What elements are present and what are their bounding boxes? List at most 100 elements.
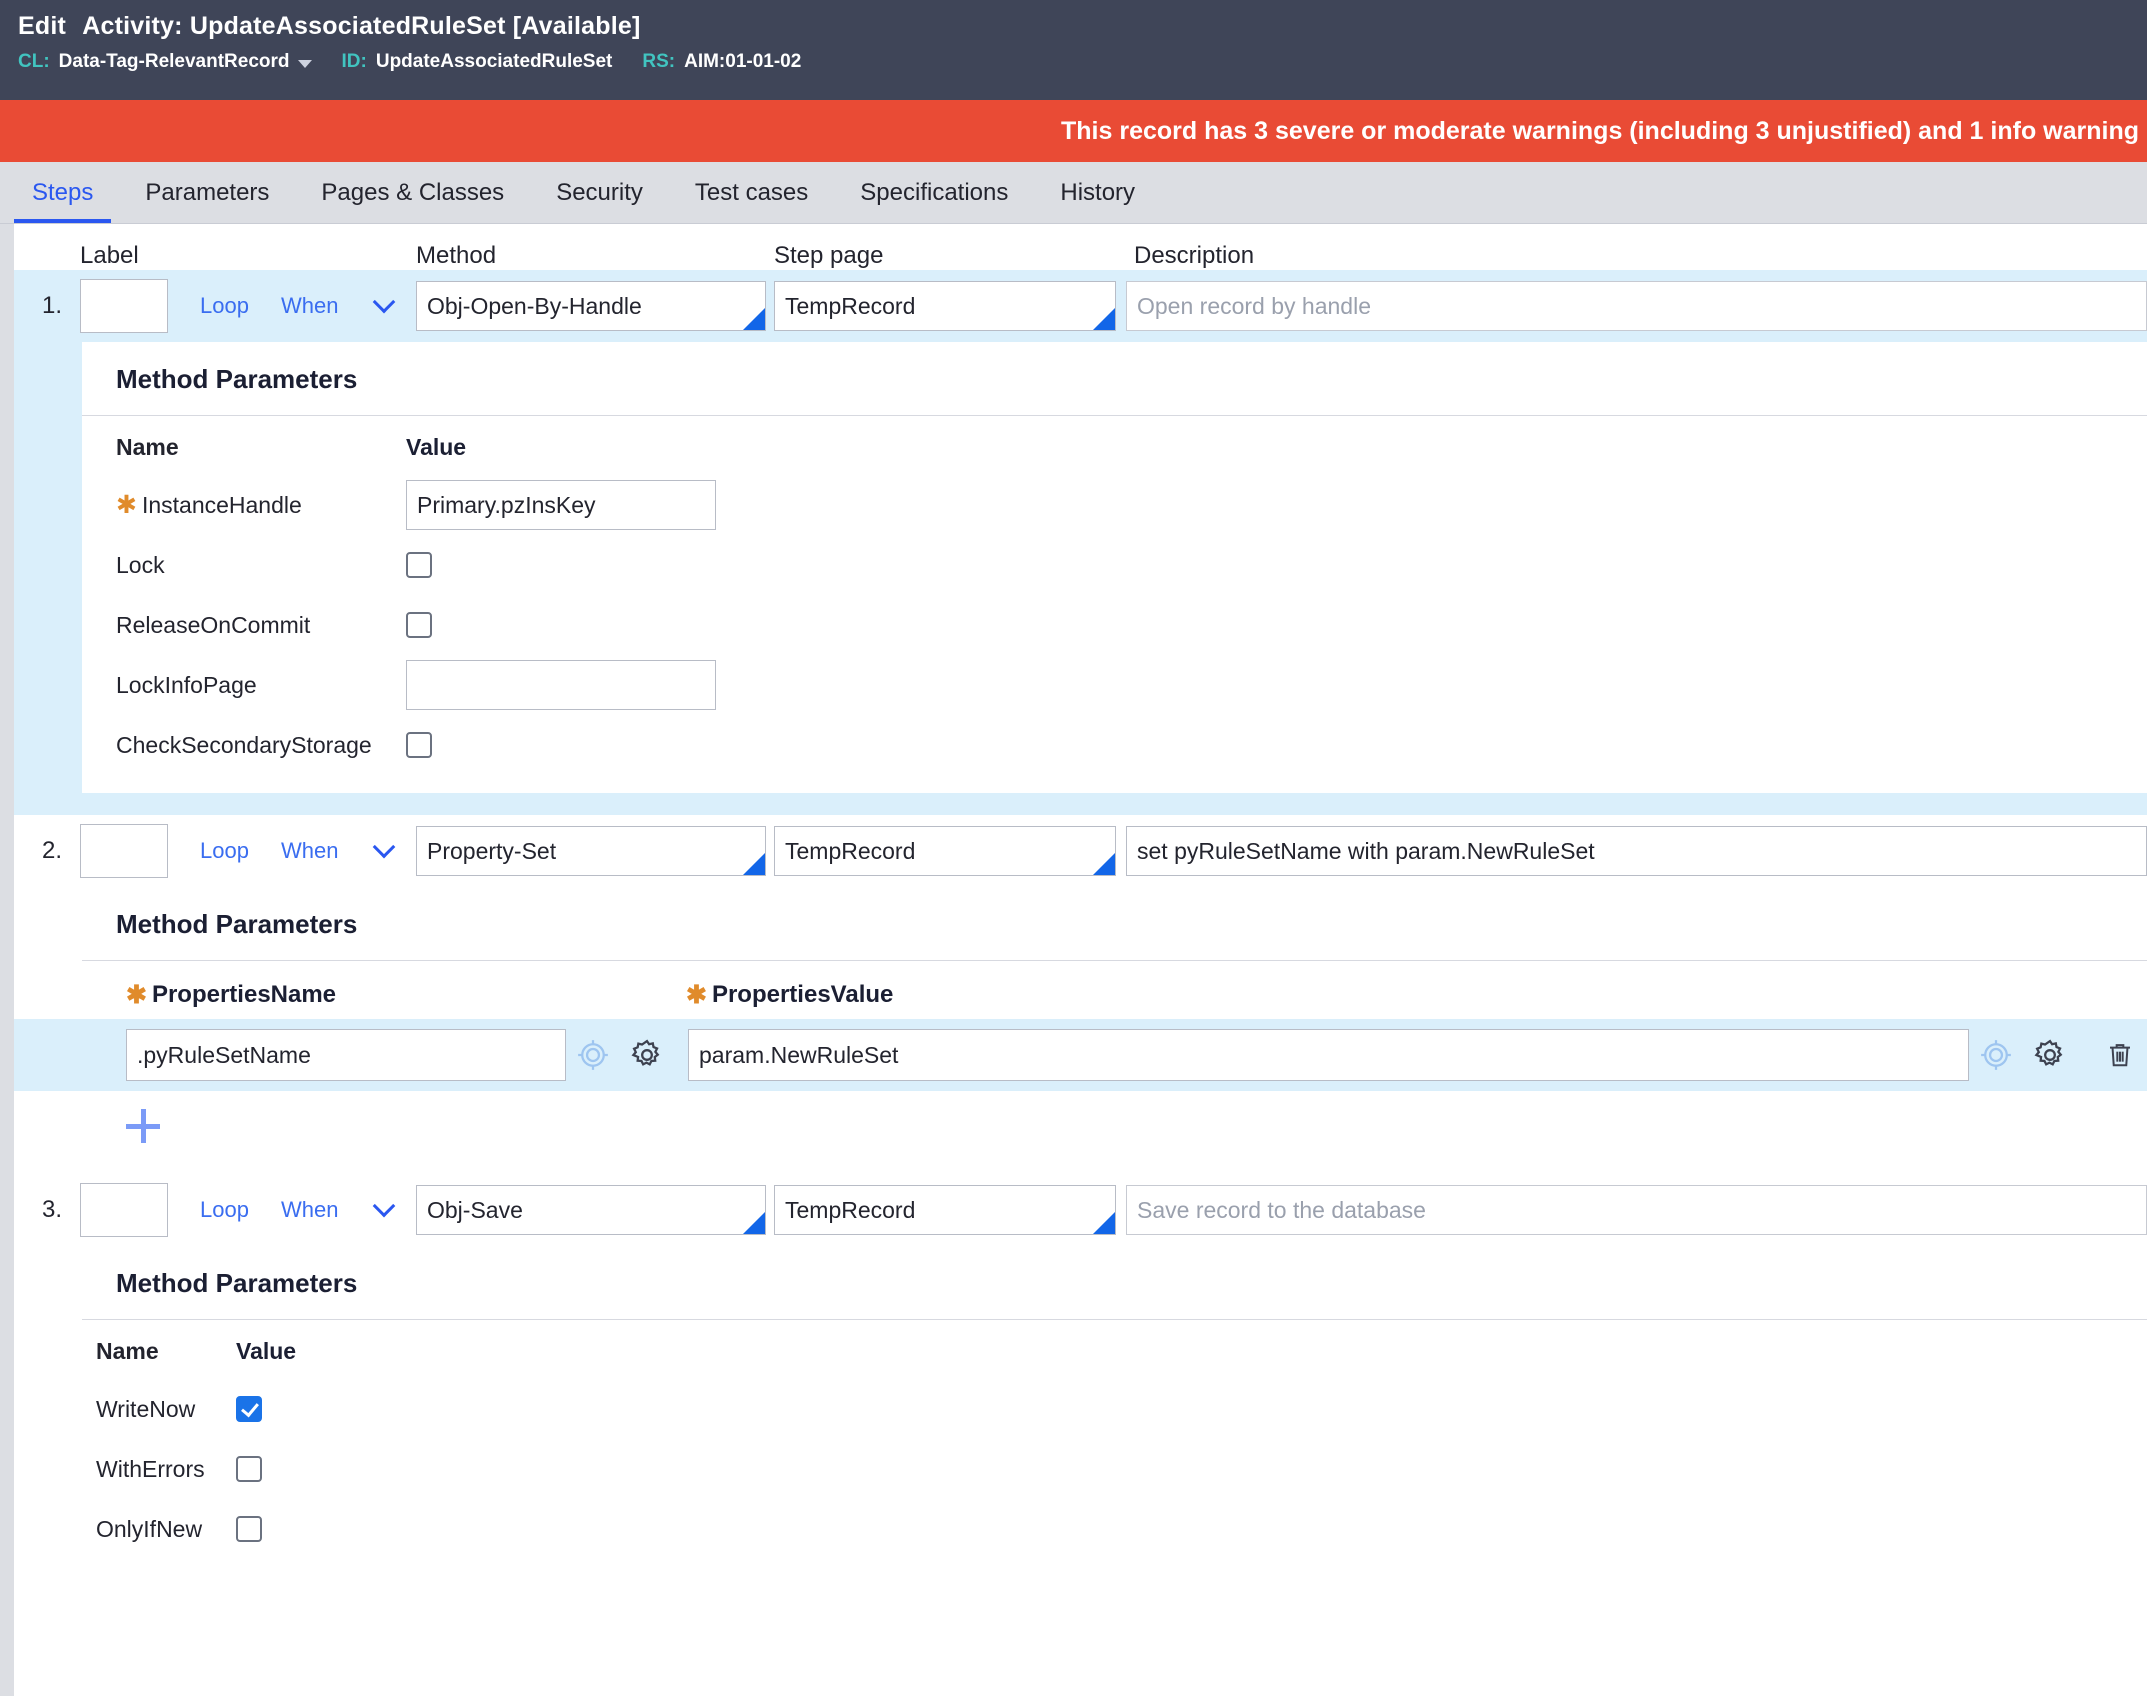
step-params-wrapper: Method Parameters Name Value ✱ InstanceH…	[14, 342, 2147, 815]
chevron-down-icon[interactable]	[373, 1194, 396, 1218]
status-badge: [Available]	[512, 12, 641, 40]
field-expand-corner-icon[interactable]	[1093, 308, 1115, 330]
tab-steps-label: Steps	[32, 178, 94, 206]
field-expand-corner-icon[interactable]	[743, 853, 765, 875]
method-parameters-body: ✱ PropertiesName ✱ PropertiesValue .pyRu…	[14, 961, 2147, 1148]
step-page-input[interactable]: TempRecord	[774, 281, 1116, 331]
tab-history[interactable]: History	[1034, 162, 1161, 223]
params-header-value: Value	[406, 434, 467, 460]
chevron-down-icon[interactable]	[373, 835, 396, 859]
plus-icon[interactable]	[126, 1109, 160, 1143]
tab-pages-and-classes[interactable]: Pages & Classes	[295, 162, 530, 223]
chevron-down-icon[interactable]	[297, 60, 312, 68]
param-name-label: WriteNow	[96, 1395, 196, 1422]
field-expand-corner-icon[interactable]	[1093, 1212, 1115, 1234]
step-loop-link[interactable]: Loop	[200, 293, 249, 319]
param-value-checkbox[interactable]	[406, 732, 432, 758]
step-row[interactable]: 3. Loop When Obj-Save TempRecord Save re…	[14, 1174, 2147, 1246]
trash-icon[interactable]	[2099, 1034, 2141, 1076]
property-value-value: param.NewRuleSet	[699, 1041, 899, 1068]
param-row: LockInfoPage	[116, 655, 2147, 715]
step-params-wrapper: Method Parameters Name Value WriteNow Wi…	[14, 1246, 2147, 1559]
field-expand-corner-icon[interactable]	[743, 308, 765, 330]
tab-test-cases[interactable]: Test cases	[669, 162, 834, 223]
param-row: Lock	[116, 535, 2147, 595]
property-value-input[interactable]: param.NewRuleSet	[688, 1029, 1969, 1081]
param-row: ReleaseOnCommit	[116, 595, 2147, 655]
param-value-text: Primary.pzInsKey	[417, 491, 596, 518]
step-method-value: Property-Set	[427, 837, 557, 864]
param-row: WriteNow	[96, 1379, 2147, 1439]
meta-key-ruleset: RS:	[642, 51, 676, 72]
title-prefix: Edit	[18, 12, 67, 40]
meta-value-class[interactable]: Data-Tag-RelevantRecord	[59, 50, 290, 74]
required-star-icon: ✱	[126, 980, 147, 1009]
property-name-input[interactable]: .pyRuleSetName	[126, 1029, 566, 1081]
param-name-label: CheckSecondaryStorage	[116, 731, 372, 758]
steps-content-area: Label Method Step page Description 1. Lo…	[0, 224, 2147, 1696]
param-value-checkbox[interactable]	[236, 1516, 262, 1542]
step-row[interactable]: 2. Loop When Property-Set TempRecord set…	[14, 815, 2147, 887]
step-label-input[interactable]	[80, 279, 168, 333]
field-expand-corner-icon[interactable]	[1093, 853, 1115, 875]
param-value-input[interactable]	[406, 660, 716, 710]
gear-icon[interactable]	[626, 1034, 668, 1076]
step-description-input[interactable]: Save record to the database	[1126, 1185, 2147, 1235]
step-method-input[interactable]: Property-Set	[416, 826, 766, 876]
step-when-link[interactable]: When	[281, 838, 338, 864]
add-property-row	[14, 1091, 2147, 1148]
step-page-value: TempRecord	[785, 837, 916, 864]
record-meta: CL: Data-Tag-RelevantRecord ID: UpdateAs…	[18, 50, 2129, 74]
param-value-checkbox[interactable]	[406, 612, 432, 638]
step-description-input[interactable]: Open record by handle	[1126, 281, 2147, 331]
step-loop-link[interactable]: Loop	[200, 1197, 249, 1223]
param-value-checkbox[interactable]	[406, 552, 432, 578]
step-row[interactable]: 1. Loop When Obj-Open-By-Handle TempReco…	[14, 270, 2147, 342]
param-name-label: LockInfoPage	[116, 671, 257, 698]
required-star-icon: ✱	[686, 980, 707, 1009]
step-number: 2.	[41, 837, 62, 864]
step-number: 1.	[41, 292, 62, 319]
props-table-header: ✱ PropertiesName ✱ PropertiesValue	[14, 981, 2147, 1009]
tab-specifications[interactable]: Specifications	[834, 162, 1034, 223]
tab-parameters[interactable]: Parameters	[119, 162, 295, 223]
props-header-name-label: PropertiesName	[151, 981, 337, 1008]
step-page-input[interactable]: TempRecord	[774, 826, 1116, 876]
left-gutter	[0, 224, 14, 1696]
window-title-bar: Edit Activity: UpdateAssociatedRuleSet […	[0, 0, 2147, 100]
param-name-label: ReleaseOnCommit	[116, 611, 311, 638]
step-label-input[interactable]	[80, 1183, 168, 1237]
step-loop-link[interactable]: Loop	[200, 838, 249, 864]
column-header-method: Method	[416, 242, 497, 269]
field-expand-corner-icon[interactable]	[743, 1212, 765, 1234]
step-page-input[interactable]: TempRecord	[774, 1185, 1116, 1235]
params-header-value: Value	[236, 1338, 297, 1364]
param-row: OnlyIfNew	[96, 1499, 2147, 1559]
gear-icon[interactable]	[2029, 1034, 2071, 1076]
step-when-link[interactable]: When	[281, 293, 338, 319]
meta-value-id: UpdateAssociatedRuleSet	[375, 51, 613, 72]
method-parameters-body: Name Value ✱ InstanceHandle Primary.pzIn…	[82, 416, 2147, 775]
step-description-value: set pyRuleSetName with param.NewRuleSet	[1137, 837, 1595, 864]
step-when-link[interactable]: When	[281, 1197, 338, 1223]
tab-security[interactable]: Security	[530, 162, 669, 223]
props-header-name: ✱ PropertiesName	[126, 981, 686, 1009]
step-method-input[interactable]: Obj-Open-By-Handle	[416, 281, 766, 331]
step-label-input[interactable]	[80, 824, 168, 878]
step-params-wrapper: Method Parameters ✱ PropertiesName ✱ Pro…	[14, 887, 2147, 1148]
column-header-description: Description	[1134, 242, 1255, 269]
param-name-label: InstanceHandle	[141, 491, 302, 518]
tab-steps[interactable]: Steps	[6, 162, 119, 223]
crosshair-icon[interactable]	[1975, 1034, 2017, 1076]
step-description-input[interactable]: set pyRuleSetName with param.NewRuleSet	[1126, 826, 2147, 876]
param-value-checkbox[interactable]	[236, 1456, 262, 1482]
method-parameters-title: Method Parameters	[82, 342, 2147, 416]
chevron-down-icon[interactable]	[373, 290, 396, 314]
param-value-input[interactable]: Primary.pzInsKey	[406, 480, 716, 530]
title-record-type: Activity:	[82, 12, 183, 40]
method-parameters-title: Method Parameters	[82, 887, 2147, 961]
param-value-checkbox[interactable]	[236, 1396, 262, 1422]
step-method-input[interactable]: Obj-Save	[416, 1185, 766, 1235]
crosshair-icon[interactable]	[572, 1034, 614, 1076]
warning-banner-text: This record has 3 severe or moderate war…	[1061, 116, 2139, 145]
